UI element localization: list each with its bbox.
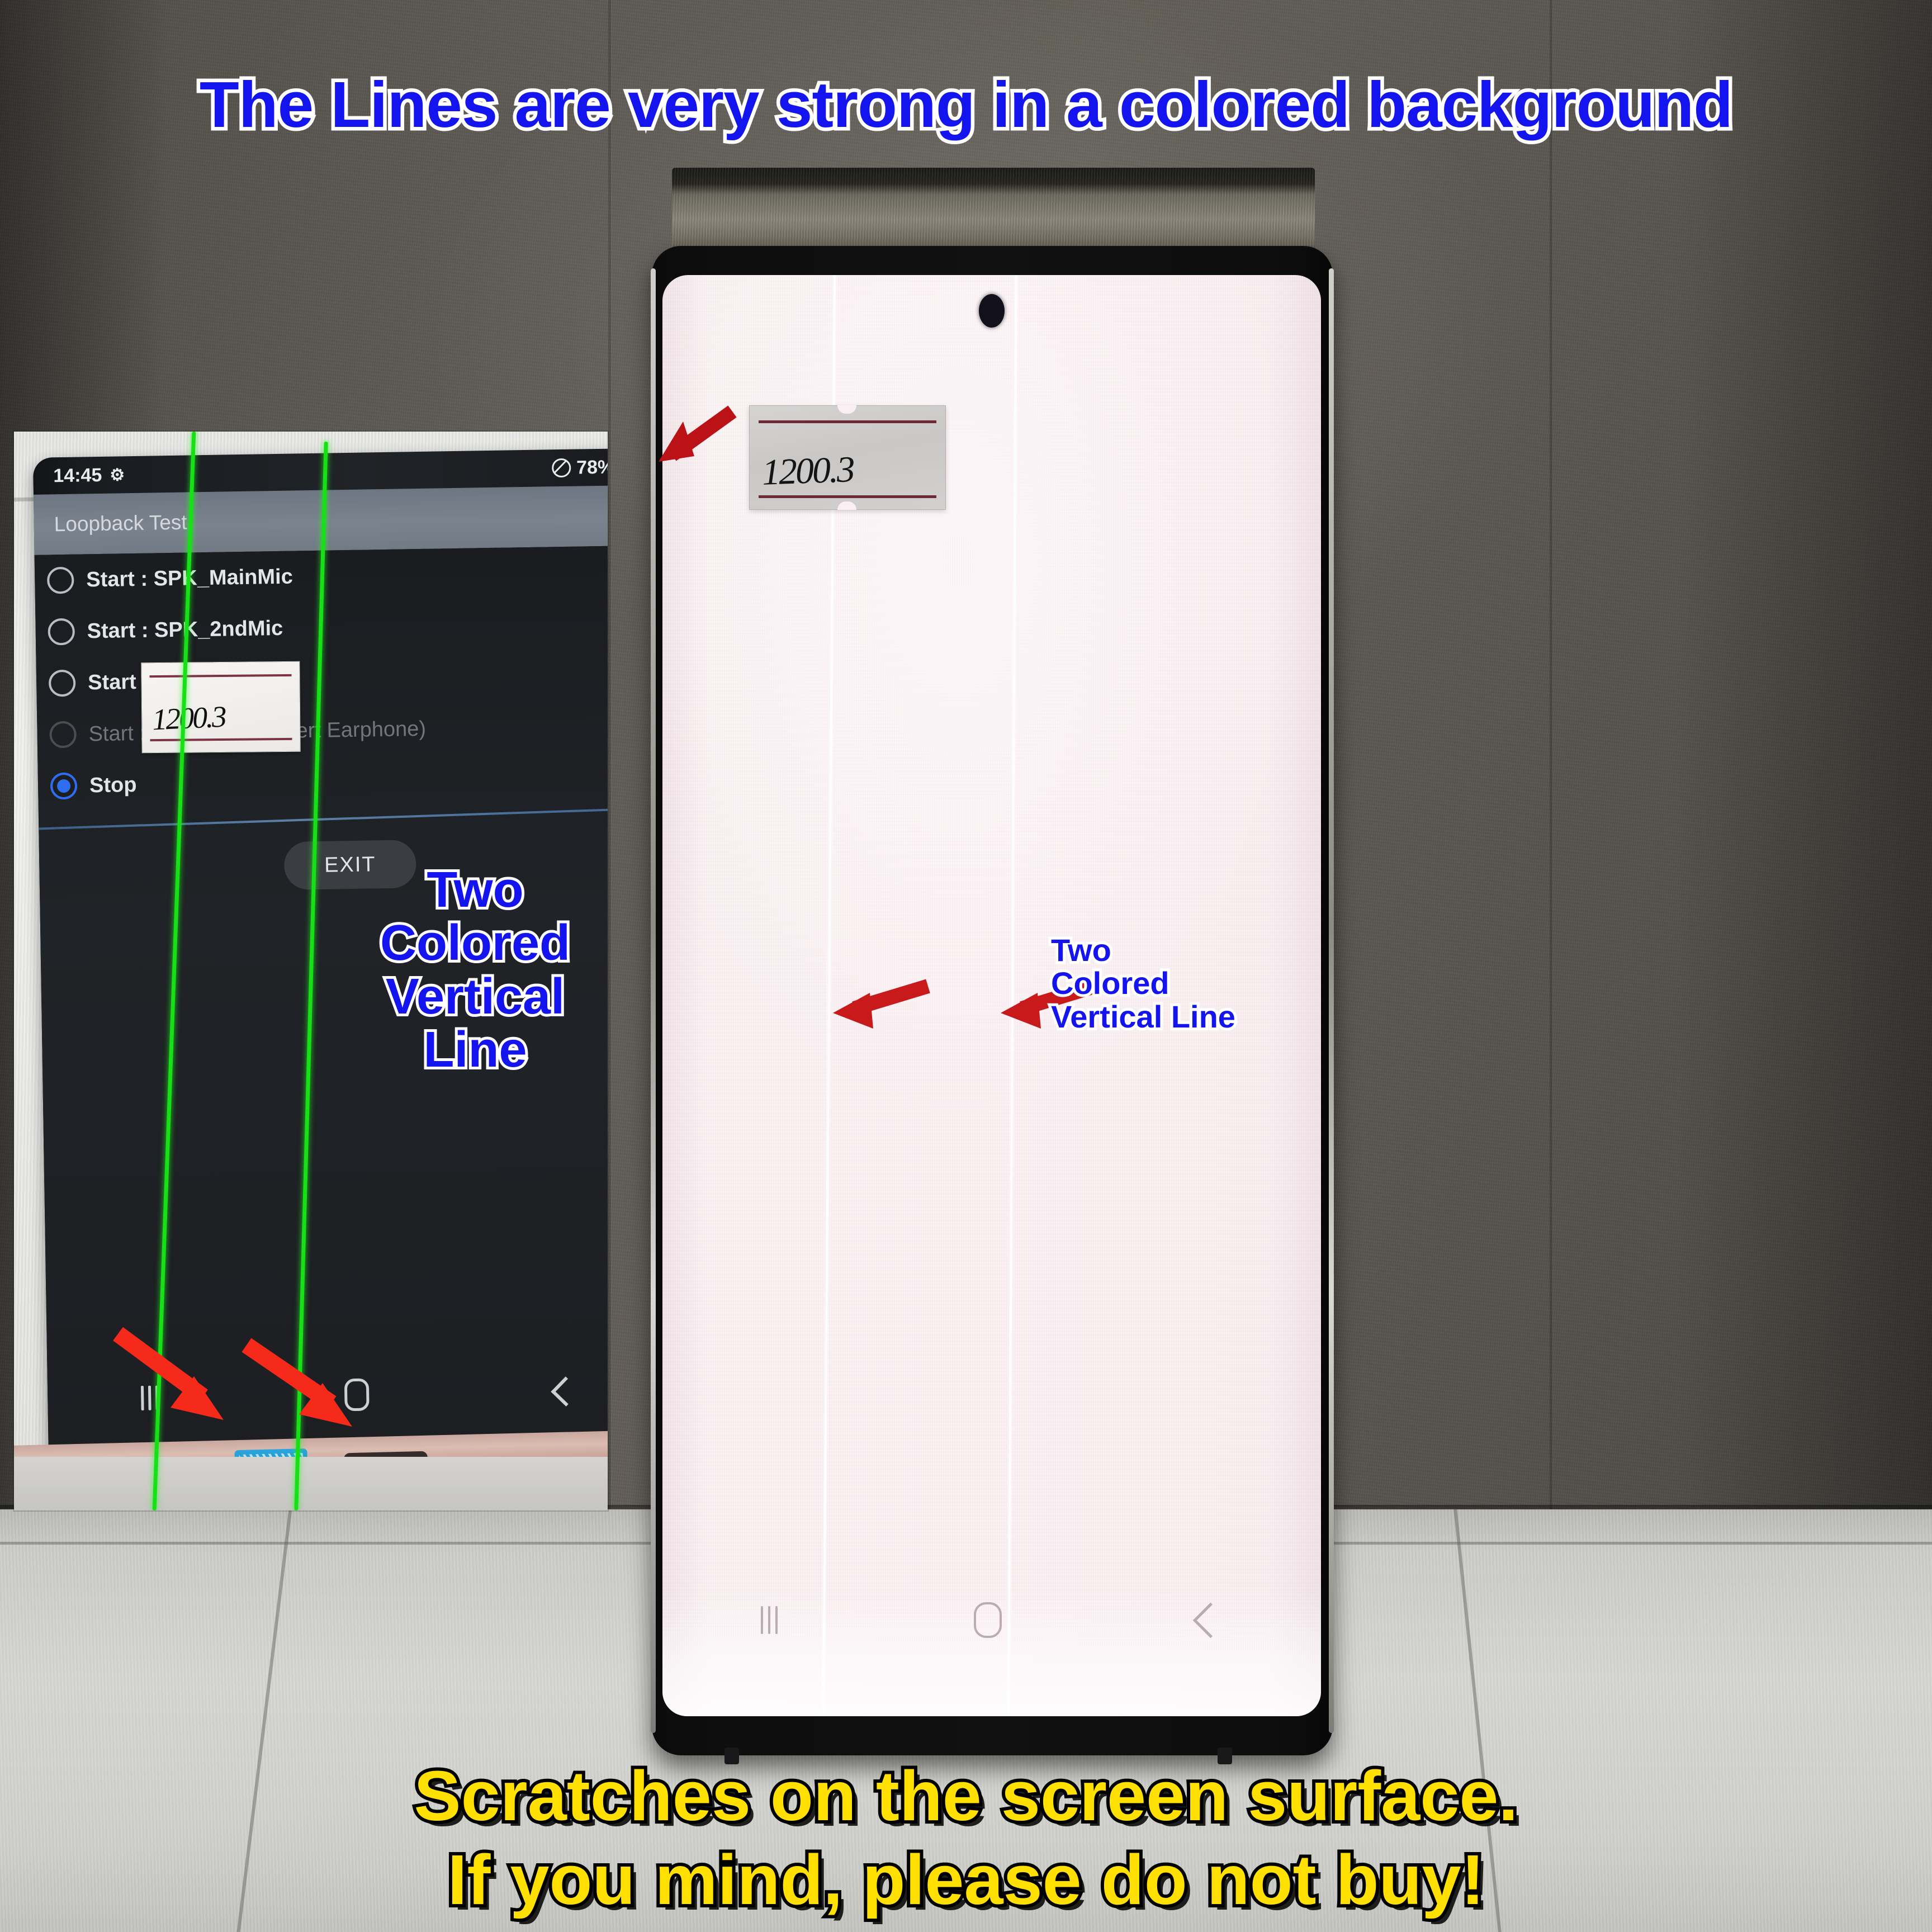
inset-app-titlebar: Loopback Test [33, 485, 608, 555]
callout-line: Two Colored Vertical Line [377, 860, 573, 1079]
wall-seam [608, 0, 611, 1543]
radio-button[interactable] [46, 566, 74, 594]
radio-button[interactable] [48, 669, 76, 697]
app-title: Loopback Test [54, 510, 187, 536]
status-time: 14:45 [53, 464, 102, 486]
no-sound-icon [551, 458, 571, 478]
arrow-to-defect-line-1 [833, 979, 930, 1029]
sticker-handwriting: 1200.3 [761, 449, 854, 493]
arrow-to-green-line-1 [113, 1327, 224, 1420]
front-camera-icon [979, 294, 1005, 328]
back-icon[interactable] [550, 1376, 581, 1407]
main-phone-navbar [662, 1587, 1321, 1654]
back-icon[interactable] [1192, 1602, 1228, 1638]
radio-option-row[interactable]: Stop [37, 751, 608, 812]
arrow-to-green-line-2 [242, 1338, 352, 1427]
inset-floor [14, 1457, 608, 1510]
phone-frame-left [651, 268, 656, 1733]
radio-button-selected[interactable] [50, 772, 78, 800]
wall-shadow-right [1675, 0, 1932, 1543]
wall-seam [1550, 0, 1552, 1521]
gear-icon: ⚙ [110, 465, 125, 485]
sticker-rule-bottom [150, 737, 292, 742]
callout-main-defect-lines: Two Colored Vertical Line [1048, 931, 1238, 1036]
sticker-rule-bottom [759, 495, 936, 498]
sticker-rule-top [149, 674, 292, 678]
sticker-rule-top [759, 420, 936, 423]
headline-text: The Lines are very strong in a colored b… [196, 65, 1736, 145]
arrow-to-top-defect [659, 405, 737, 462]
home-icon[interactable] [973, 1602, 1002, 1638]
callout-inset-defect-lines: Two Colored Vertical Line [352, 860, 598, 1079]
callout-line: Two Colored Vertical Line [1048, 931, 1238, 1036]
sticker-handwriting: 1200.3 [151, 699, 226, 737]
screenshot-stage: 1200.3 14:45 ⚙ 78% Loopback Test Start:… [0, 0, 1932, 1932]
radio-button [49, 721, 77, 749]
footer-line-2: If you mind, please do not buy! [444, 1837, 1488, 1922]
footer-line-1: Scratches on the screen surface. [411, 1753, 1522, 1839]
radio-button[interactable] [48, 618, 75, 646]
phone-backing-clip [672, 168, 1315, 257]
main-phone-label-sticker: 1200.3 [749, 405, 946, 510]
recents-icon[interactable] [760, 1606, 778, 1634]
radio-option-row: Start : E/P (Please insert Earphone) [37, 699, 608, 760]
battery-percent: 78% [576, 456, 608, 479]
radio-label: Stop [89, 773, 137, 797]
phone-frame-right [1329, 268, 1334, 1733]
inset-label-sticker: 1200.3 [141, 661, 301, 754]
